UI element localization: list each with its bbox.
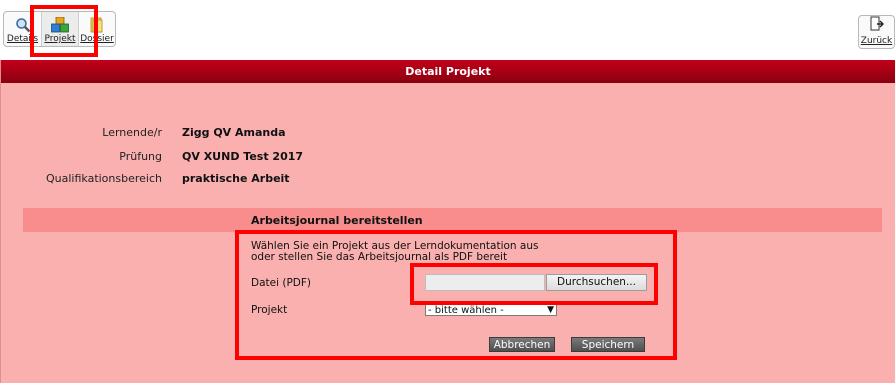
panel-title: Detail Projekt [1,60,895,83]
highlight-box-file [410,263,658,305]
magnifier-icon [15,15,31,33]
info-row-qualifikationsbereich: Qualifikationsbereich praktische Arbeit [1,172,290,185]
zurueck-label: Zurück [860,36,893,46]
info-label: Lernende/r [102,126,162,139]
back-icon [870,16,884,35]
info-label: Qualifikationsbereich [45,172,162,185]
info-value: praktische Arbeit [182,172,290,185]
section-header: Arbeitsjournal bereitstellen [23,208,882,232]
info-value: Zigg QV Amanda [182,126,286,139]
info-row-pruefung: Prüfung QV XUND Test 2017 [1,150,303,163]
zurueck-button[interactable]: Zurück [858,15,895,49]
highlight-box-projekt [30,5,98,57]
info-row-lernende: Lernende/r Zigg QV Amanda [1,126,286,139]
info-label: Prüfung [119,150,162,163]
section-title: Arbeitsjournal bereitstellen [251,214,423,227]
info-value: QV XUND Test 2017 [182,150,304,163]
